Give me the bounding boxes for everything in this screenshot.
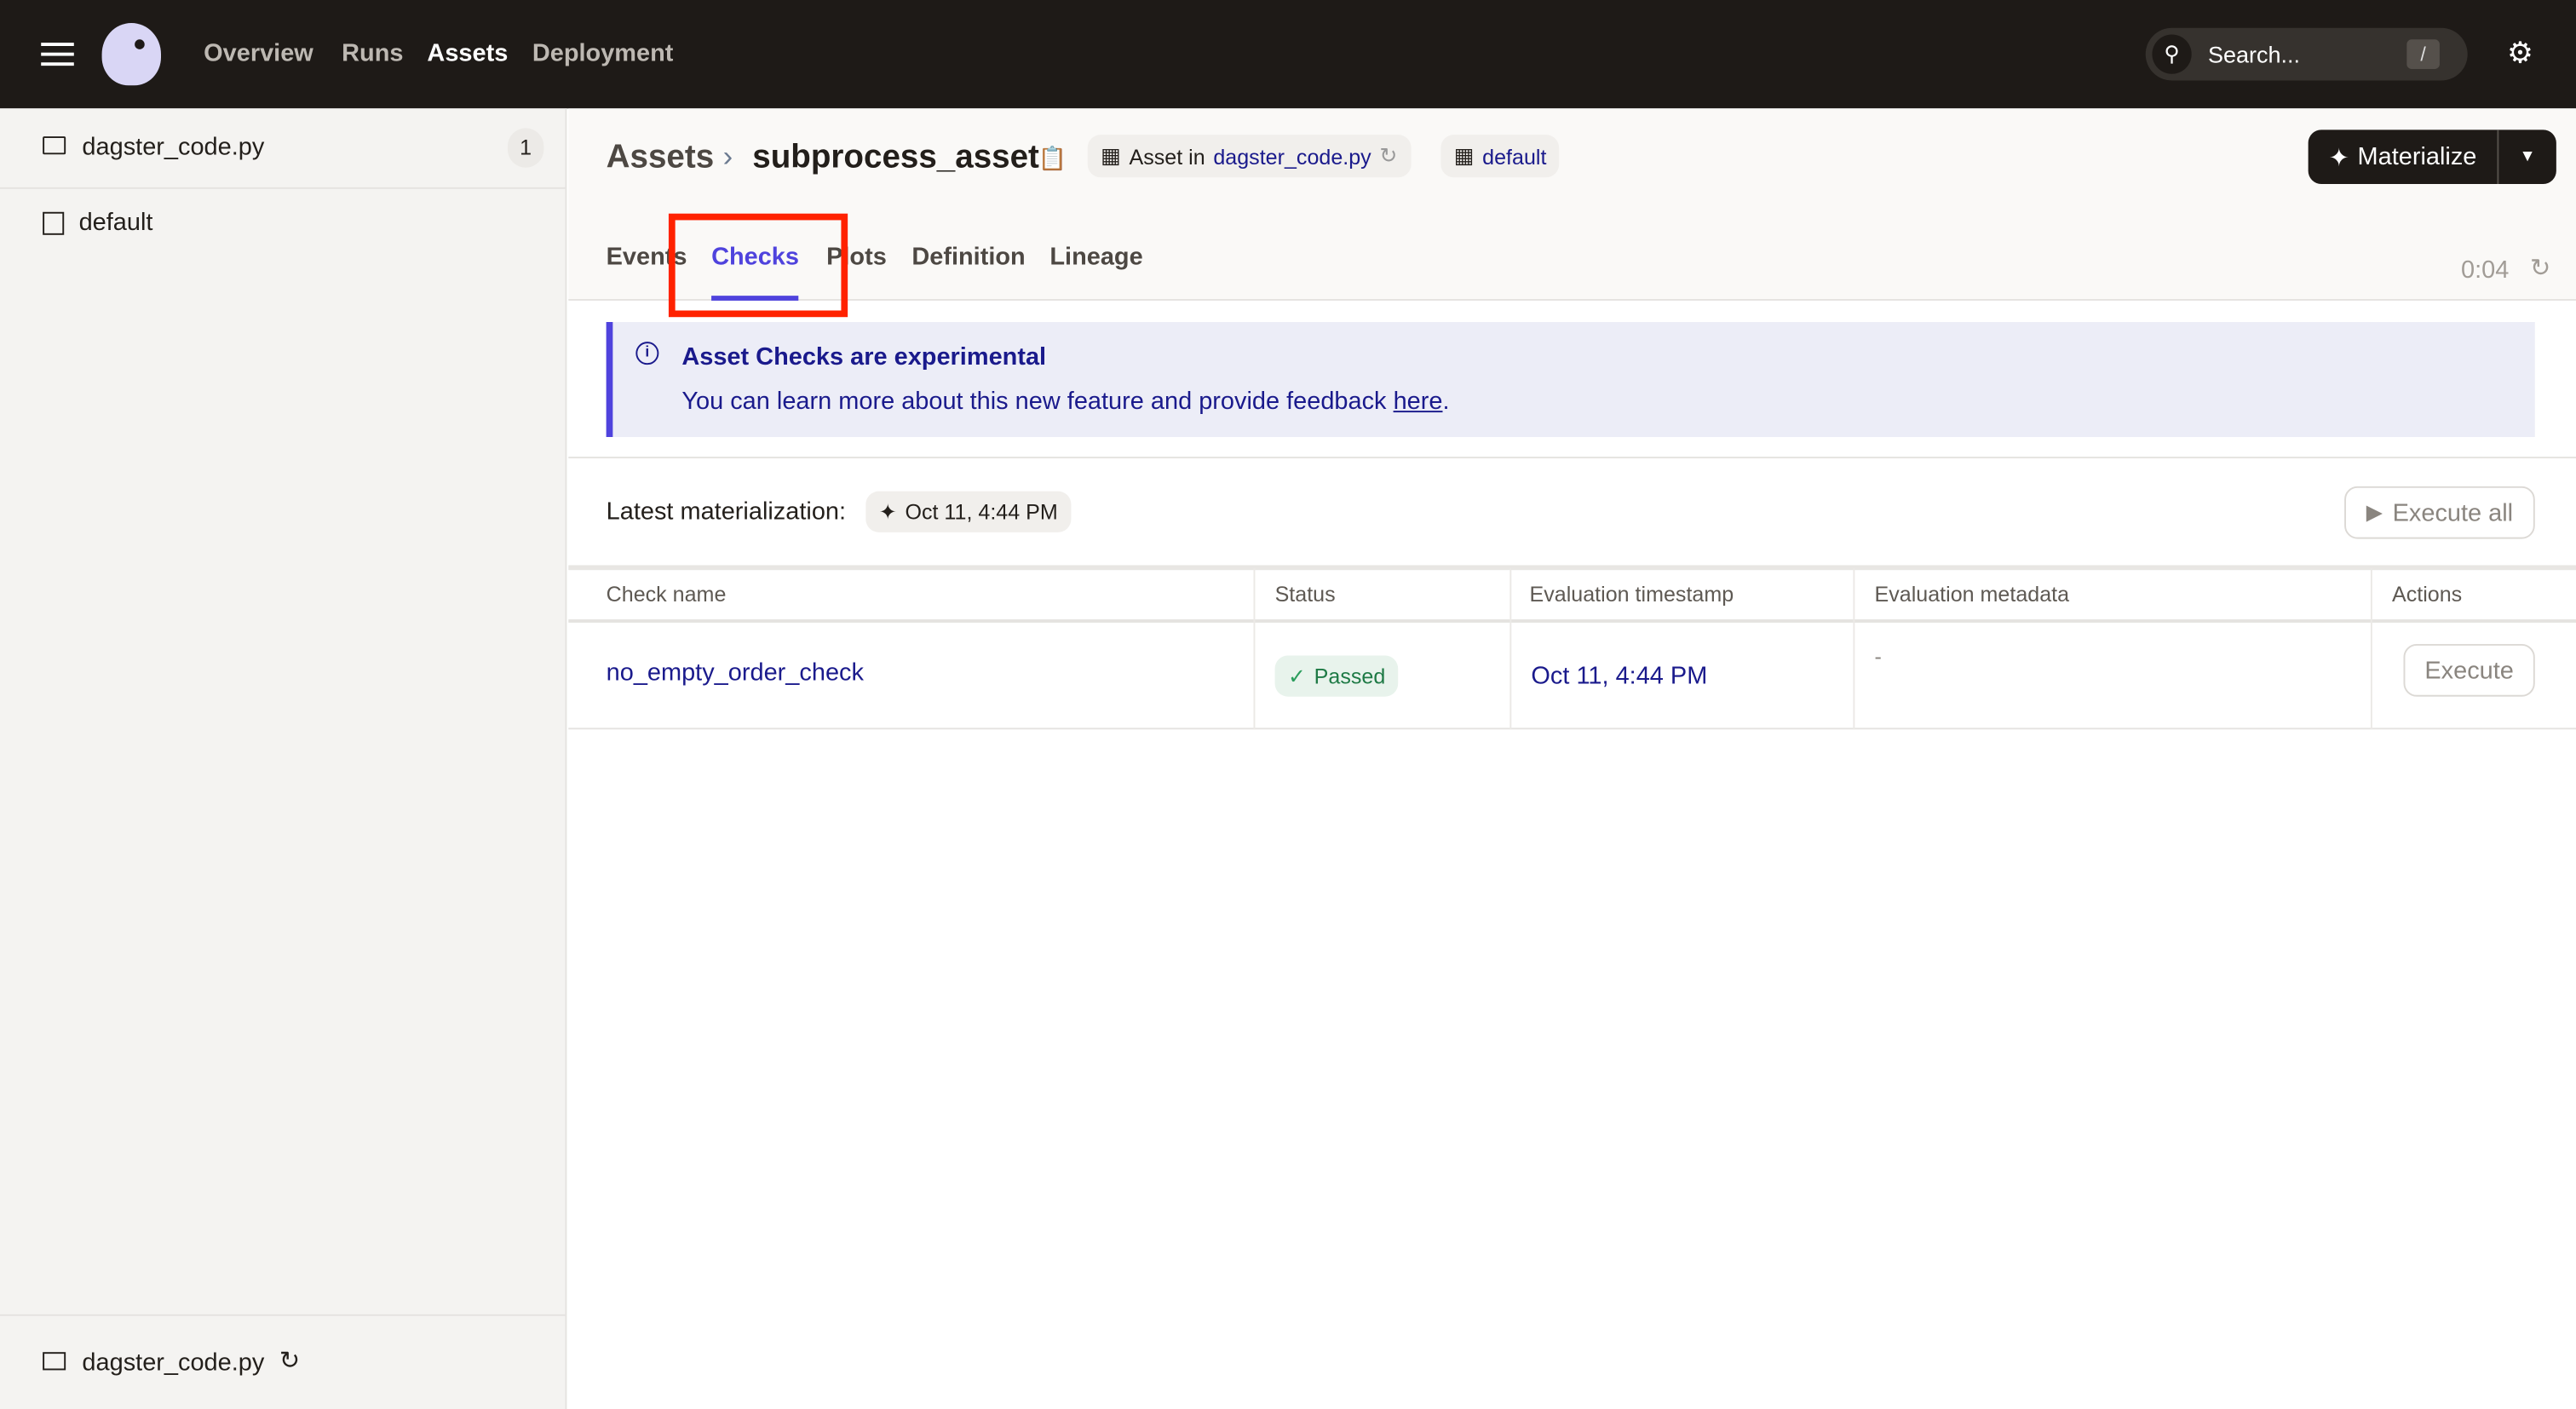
menu-icon[interactable] bbox=[41, 43, 74, 66]
experimental-banner: i Asset Checks are experimental You can … bbox=[606, 321, 2535, 437]
tab-lineage[interactable]: Lineage bbox=[1049, 243, 1142, 271]
settings-gear-icon[interactable]: ⚙ bbox=[2507, 36, 2533, 70]
reload-icon[interactable]: ↻ bbox=[1379, 143, 1397, 170]
materialize-label: Materialize bbox=[2357, 142, 2477, 171]
search-placeholder: Search... bbox=[2207, 41, 2301, 68]
footer-repo-name: dagster_code.py bbox=[82, 1349, 265, 1377]
app: Overview Runs Assets Deployment ⚲ Search… bbox=[0, 0, 2576, 1409]
materialize-dropdown-caret-icon[interactable]: ▼ bbox=[2498, 129, 2556, 184]
asset-location-chip: ▦ Asset in dagster_code.py ↻ bbox=[1087, 135, 1411, 178]
feedback-link[interactable]: here bbox=[1394, 388, 1443, 416]
execute-button[interactable]: Execute bbox=[2403, 643, 2535, 697]
search-icon: ⚲ bbox=[2152, 34, 2192, 74]
sidebar: dagster_code.py 1 default dagster_code.p… bbox=[0, 108, 567, 1409]
nav-deployment[interactable]: Deployment bbox=[532, 39, 674, 67]
top-nav-bar: Overview Runs Assets Deployment ⚲ Search… bbox=[0, 0, 2576, 109]
nav-assets[interactable]: Assets bbox=[427, 39, 508, 67]
banner-body: You can learn more about this new featur… bbox=[681, 388, 1394, 416]
asset-in-label: Asset in bbox=[1129, 143, 1205, 169]
search-input[interactable]: ⚲ Search... / bbox=[2145, 27, 2468, 81]
copy-clipboard-icon[interactable]: 📋 bbox=[1038, 145, 1067, 173]
check-circle-icon: ✓ bbox=[1287, 663, 1307, 688]
breadcrumb-assets[interactable]: Assets bbox=[607, 140, 715, 177]
dagster-logo-icon[interactable] bbox=[101, 22, 161, 86]
asset-location-link[interactable]: dagster_code.py bbox=[1213, 144, 1371, 169]
materialize-button-group: ✦ Materialize ▼ bbox=[2308, 129, 2556, 184]
asset-group-icon: ▦ bbox=[1453, 142, 1475, 168]
page-title: subprocess_asset bbox=[752, 139, 1039, 176]
asset-group-link[interactable]: default bbox=[1482, 144, 1546, 169]
search-shortcut: / bbox=[2406, 39, 2440, 69]
tab-definition[interactable]: Definition bbox=[911, 243, 1025, 271]
repo-name: dagster_code.py bbox=[82, 133, 265, 161]
execute-label: Execute bbox=[2424, 656, 2514, 685]
folder-icon bbox=[43, 1352, 66, 1371]
column-header-actions: Actions bbox=[2391, 581, 2463, 607]
status-label: Passed bbox=[1314, 664, 1386, 689]
execute-all-label: Execute all bbox=[2392, 498, 2514, 527]
sidebar-group-default[interactable]: default bbox=[79, 209, 153, 237]
banner-suffix: . bbox=[1442, 388, 1450, 416]
refresh-icon[interactable]: ↻ bbox=[2530, 253, 2550, 283]
highlight-box bbox=[668, 213, 848, 318]
status-badge: ✓ Passed bbox=[1274, 655, 1399, 697]
latest-materialization-chip[interactable]: ✦ Oct 11, 4:44 PM bbox=[865, 491, 1072, 532]
sparkle-icon: ✦ bbox=[878, 498, 897, 524]
nav-runs[interactable]: Runs bbox=[342, 39, 403, 67]
column-header-metadata: Evaluation metadata bbox=[1874, 581, 2070, 607]
execute-all-button[interactable]: ▶ Execute all bbox=[2344, 486, 2535, 539]
asset-group-chip: ▦ default bbox=[1440, 135, 1560, 178]
column-header-timestamp: Evaluation timestamp bbox=[1529, 581, 1734, 607]
column-header-status: Status bbox=[1274, 581, 1336, 607]
latest-materialization-label: Latest materialization: bbox=[606, 497, 847, 526]
sparkle-icon: ✦ bbox=[2328, 143, 2349, 172]
refresh-timer: 0:04 bbox=[2460, 256, 2510, 285]
materialize-button[interactable]: ✦ Materialize bbox=[2309, 129, 2499, 184]
sidebar-repo-item[interactable]: dagster_code.py 1 bbox=[0, 108, 566, 189]
nav-overview[interactable]: Overview bbox=[204, 39, 313, 67]
asset-header bbox=[568, 108, 2576, 301]
table-icon: ▦ bbox=[1101, 142, 1121, 168]
column-header-check-name: Check name bbox=[606, 581, 727, 607]
folder-icon bbox=[43, 136, 66, 155]
play-icon: ▶ bbox=[2366, 499, 2383, 525]
banner-text: You can learn more about this new featur… bbox=[681, 388, 1449, 416]
check-name-link[interactable]: no_empty_order_check bbox=[607, 658, 864, 687]
info-icon: i bbox=[635, 342, 659, 365]
asset-group-icon bbox=[43, 211, 65, 235]
evaluation-metadata: - bbox=[1874, 643, 1882, 669]
repo-count-badge: 1 bbox=[507, 128, 544, 168]
reload-icon[interactable]: ↻ bbox=[279, 1345, 300, 1375]
banner-title: Asset Checks are experimental bbox=[681, 343, 1047, 371]
chevron-right-icon: › bbox=[722, 139, 733, 173]
latest-materialization-value: Oct 11, 4:44 PM bbox=[905, 499, 1058, 525]
evaluation-timestamp-link[interactable]: Oct 11, 4:44 PM bbox=[1531, 662, 1707, 690]
